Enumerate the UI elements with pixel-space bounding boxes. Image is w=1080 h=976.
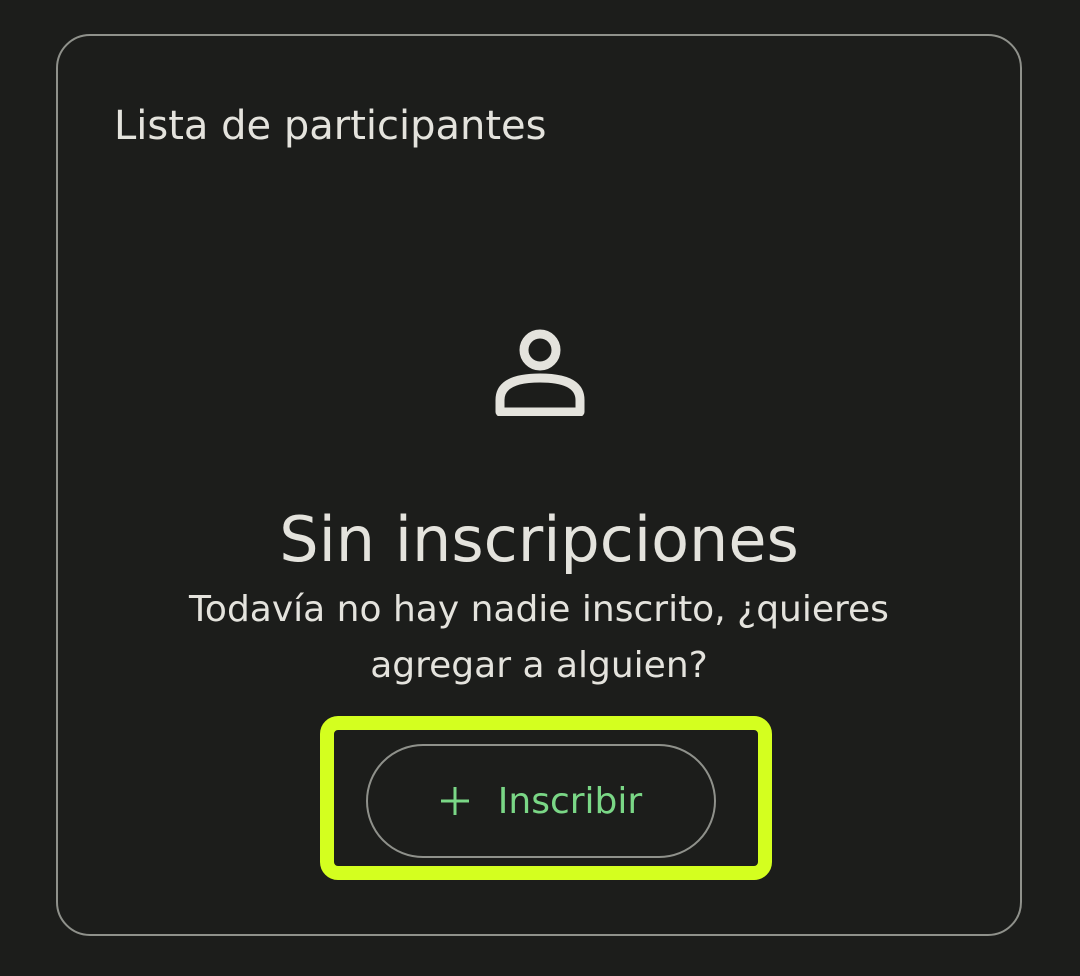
enroll-button[interactable]: Inscribir (366, 744, 716, 858)
participants-card: Lista de participantes Sin inscripciones… (56, 34, 1022, 936)
plus-icon (440, 787, 469, 815)
empty-state-title: Sin inscripciones (279, 503, 799, 576)
empty-state-description: Todavía no hay nadie inscrito, ¿quieres … (189, 589, 889, 686)
enroll-button-label: Inscribir (497, 780, 643, 822)
card-title: Lista de participantes (114, 103, 547, 149)
person-icon (495, 329, 585, 416)
